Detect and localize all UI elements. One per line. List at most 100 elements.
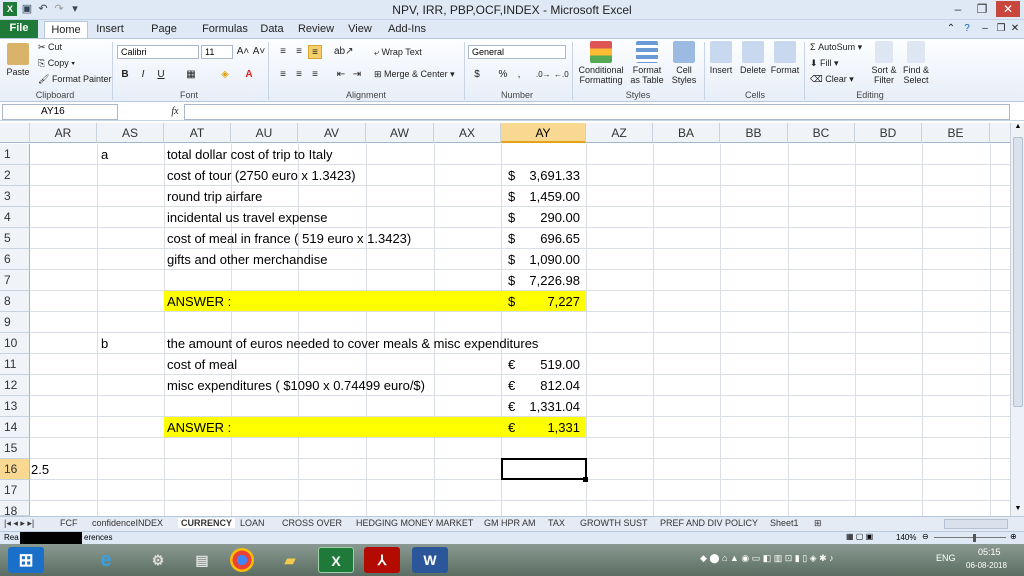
delete-cells-button[interactable]: Delete <box>738 41 768 75</box>
amount-cell-total[interactable]: $7,226.98 <box>506 270 586 291</box>
row-header-selected[interactable]: 16 <box>0 459 30 480</box>
sheet-tab[interactable]: HEDGING MONEY MARKET <box>356 518 473 528</box>
answer-amount-cell[interactable]: $7,227 <box>506 291 586 312</box>
sheet-tab[interactable]: GM HPR AM <box>484 518 536 528</box>
cell-text[interactable]: round trip airfare <box>167 186 262 207</box>
select-all-corner[interactable] <box>0 123 30 143</box>
tab-formulas[interactable]: Formulas <box>200 21 250 38</box>
column-header[interactable]: AR <box>30 123 97 143</box>
cell-text[interactable]: the amount of euros needed to cover meal… <box>167 333 538 354</box>
amount-cell[interactable]: $1,090.00 <box>506 249 586 270</box>
row-header[interactable]: 4 <box>0 207 30 228</box>
row-header[interactable]: 9 <box>0 312 30 333</box>
ribbon-minimize-icon[interactable]: ⌃ <box>944 22 958 36</box>
row-header[interactable]: 7 <box>0 270 30 291</box>
horizontal-scrollbar[interactable] <box>944 519 1008 529</box>
notepad-icon[interactable]: ▤ <box>184 547 220 573</box>
amount-cell[interactable]: $3,691.33 <box>506 165 586 186</box>
bold-button[interactable]: B <box>118 68 132 82</box>
scroll-down-icon[interactable]: ▼ <box>1012 505 1024 515</box>
scroll-thumb[interactable] <box>1013 137 1023 407</box>
chrome-icon[interactable] <box>230 548 254 572</box>
column-header[interactable]: BE <box>922 123 990 143</box>
fill-color-icon[interactable]: ◈ <box>218 68 232 82</box>
column-header[interactable]: AT <box>164 123 231 143</box>
decrease-indent-icon[interactable]: ⇤ <box>334 68 348 82</box>
acrobat-icon[interactable]: ⅄ <box>364 547 400 573</box>
sheet-tab[interactable]: Sheet1 <box>770 518 799 528</box>
row-header[interactable]: 10 <box>0 333 30 354</box>
column-header[interactable]: AW <box>366 123 434 143</box>
merge-center-button[interactable]: ⊞ Merge & Center ▾ <box>374 69 455 80</box>
zoom-in-icon[interactable]: ⊕ <box>1010 532 1017 541</box>
amount-cell[interactable]: €812.04 <box>506 375 586 396</box>
fill-handle[interactable] <box>583 477 588 482</box>
formula-input[interactable] <box>184 104 1010 120</box>
vertical-scrollbar[interactable]: ▲ ▼ <box>1010 123 1024 516</box>
tab-add-ins[interactable]: Add-Ins <box>384 21 430 38</box>
row-header[interactable]: 11 <box>0 354 30 375</box>
row-header[interactable]: 3 <box>0 186 30 207</box>
answer-amount-cell[interactable]: €1,331 <box>506 417 586 438</box>
row-header[interactable]: 15 <box>0 438 30 459</box>
part-a-label[interactable]: a <box>101 144 108 165</box>
align-middle-icon[interactable]: ≡ <box>292 45 306 59</box>
normal-view-icon[interactable]: ▦ ▢ ▣ <box>846 532 873 541</box>
column-header[interactable]: BC <box>788 123 855 143</box>
sheet-tab-active[interactable]: CURRENCY <box>178 518 236 528</box>
align-top-icon[interactable]: ≡ <box>276 45 290 59</box>
amount-cell[interactable]: $696.65 <box>506 228 586 249</box>
cut-button[interactable]: ✂ Cut <box>38 42 62 53</box>
find-select-button[interactable]: Find & Select <box>900 41 932 85</box>
increase-decimal-icon[interactable]: .0→ <box>536 68 551 82</box>
sheet-tab[interactable]: confidenceINDEX <box>92 518 163 528</box>
column-header[interactable]: AZ <box>586 123 653 143</box>
row-header[interactable]: 13 <box>0 396 30 417</box>
sort-filter-button[interactable]: Sort & Filter <box>868 41 900 85</box>
conditional-formatting-button[interactable]: Conditional Formatting <box>576 41 626 85</box>
insert-cells-button[interactable]: Insert <box>706 41 736 75</box>
autosum-button[interactable]: Σ AutoSum ▾ <box>810 42 862 53</box>
decrease-decimal-icon[interactable]: ←.0 <box>554 68 569 82</box>
font-name-combo[interactable]: Calibri <box>117 45 199 59</box>
tab-home[interactable]: Home <box>44 21 88 38</box>
zoom-slider[interactable] <box>934 537 1006 538</box>
help-icon[interactable]: ? <box>960 22 974 36</box>
cell-text[interactable]: gifts and other merchandise <box>167 249 327 270</box>
tab-view[interactable]: View <box>344 21 376 38</box>
align-left-icon[interactable]: ≡ <box>276 68 290 82</box>
scroll-up-icon[interactable]: ▲ <box>1012 123 1024 133</box>
format-as-table-button[interactable]: Format as Table <box>628 41 666 85</box>
file-explorer-icon[interactable]: ▰ <box>272 547 308 573</box>
cell-text[interactable]: misc expenditures ( $1090 x 0.74499 euro… <box>167 375 425 396</box>
currency-format-button[interactable]: $ <box>470 68 484 82</box>
row-header[interactable]: 12 <box>0 375 30 396</box>
tab-insert[interactable]: Insert <box>92 21 128 38</box>
font-color-icon[interactable]: A <box>242 68 256 82</box>
number-format-combo[interactable]: General <box>468 45 566 59</box>
amount-cell[interactable]: $1,459.00 <box>506 186 586 207</box>
column-header[interactable]: AS <box>97 123 164 143</box>
row-header[interactable]: 14 <box>0 417 30 438</box>
grow-font-icon[interactable]: A˄ <box>236 45 250 59</box>
name-box[interactable]: AY16 <box>2 104 118 120</box>
align-center-icon[interactable]: ≡ <box>292 68 306 82</box>
tray-icons[interactable]: ◆ ⬤ ⌂ ▲ ◉ ▭ ◧ ▥ ⊡ ▮ ▯ ◈ ✱ ♪ <box>700 553 834 564</box>
cell-text[interactable]: cost of meal <box>167 354 237 375</box>
active-cell-cursor[interactable] <box>501 458 587 480</box>
sheet-tab[interactable]: GROWTH SUST <box>580 518 648 528</box>
cell-text[interactable]: cost of meal in france ( 519 euro x 1.34… <box>167 228 411 249</box>
row-header[interactable]: 5 <box>0 228 30 249</box>
shrink-font-icon[interactable]: A˅ <box>252 45 266 59</box>
tab-review[interactable]: Review <box>294 21 338 38</box>
row-header[interactable]: 8 <box>0 291 30 312</box>
workbook-minimize-icon[interactable]: – <box>978 22 992 36</box>
align-right-icon[interactable]: ≡ <box>308 68 322 82</box>
sheet-tab[interactable]: CROSS OVER <box>282 518 342 528</box>
sheet-tab[interactable]: LOAN <box>240 518 265 528</box>
row-header[interactable]: 1 <box>0 144 30 165</box>
font-size-combo[interactable]: 11 <box>201 45 233 59</box>
row-header[interactable]: 18 <box>0 501 30 518</box>
clear-button[interactable]: ⌫ Clear ▾ <box>810 74 854 85</box>
workbook-close-icon[interactable]: ✕ <box>1008 22 1022 36</box>
